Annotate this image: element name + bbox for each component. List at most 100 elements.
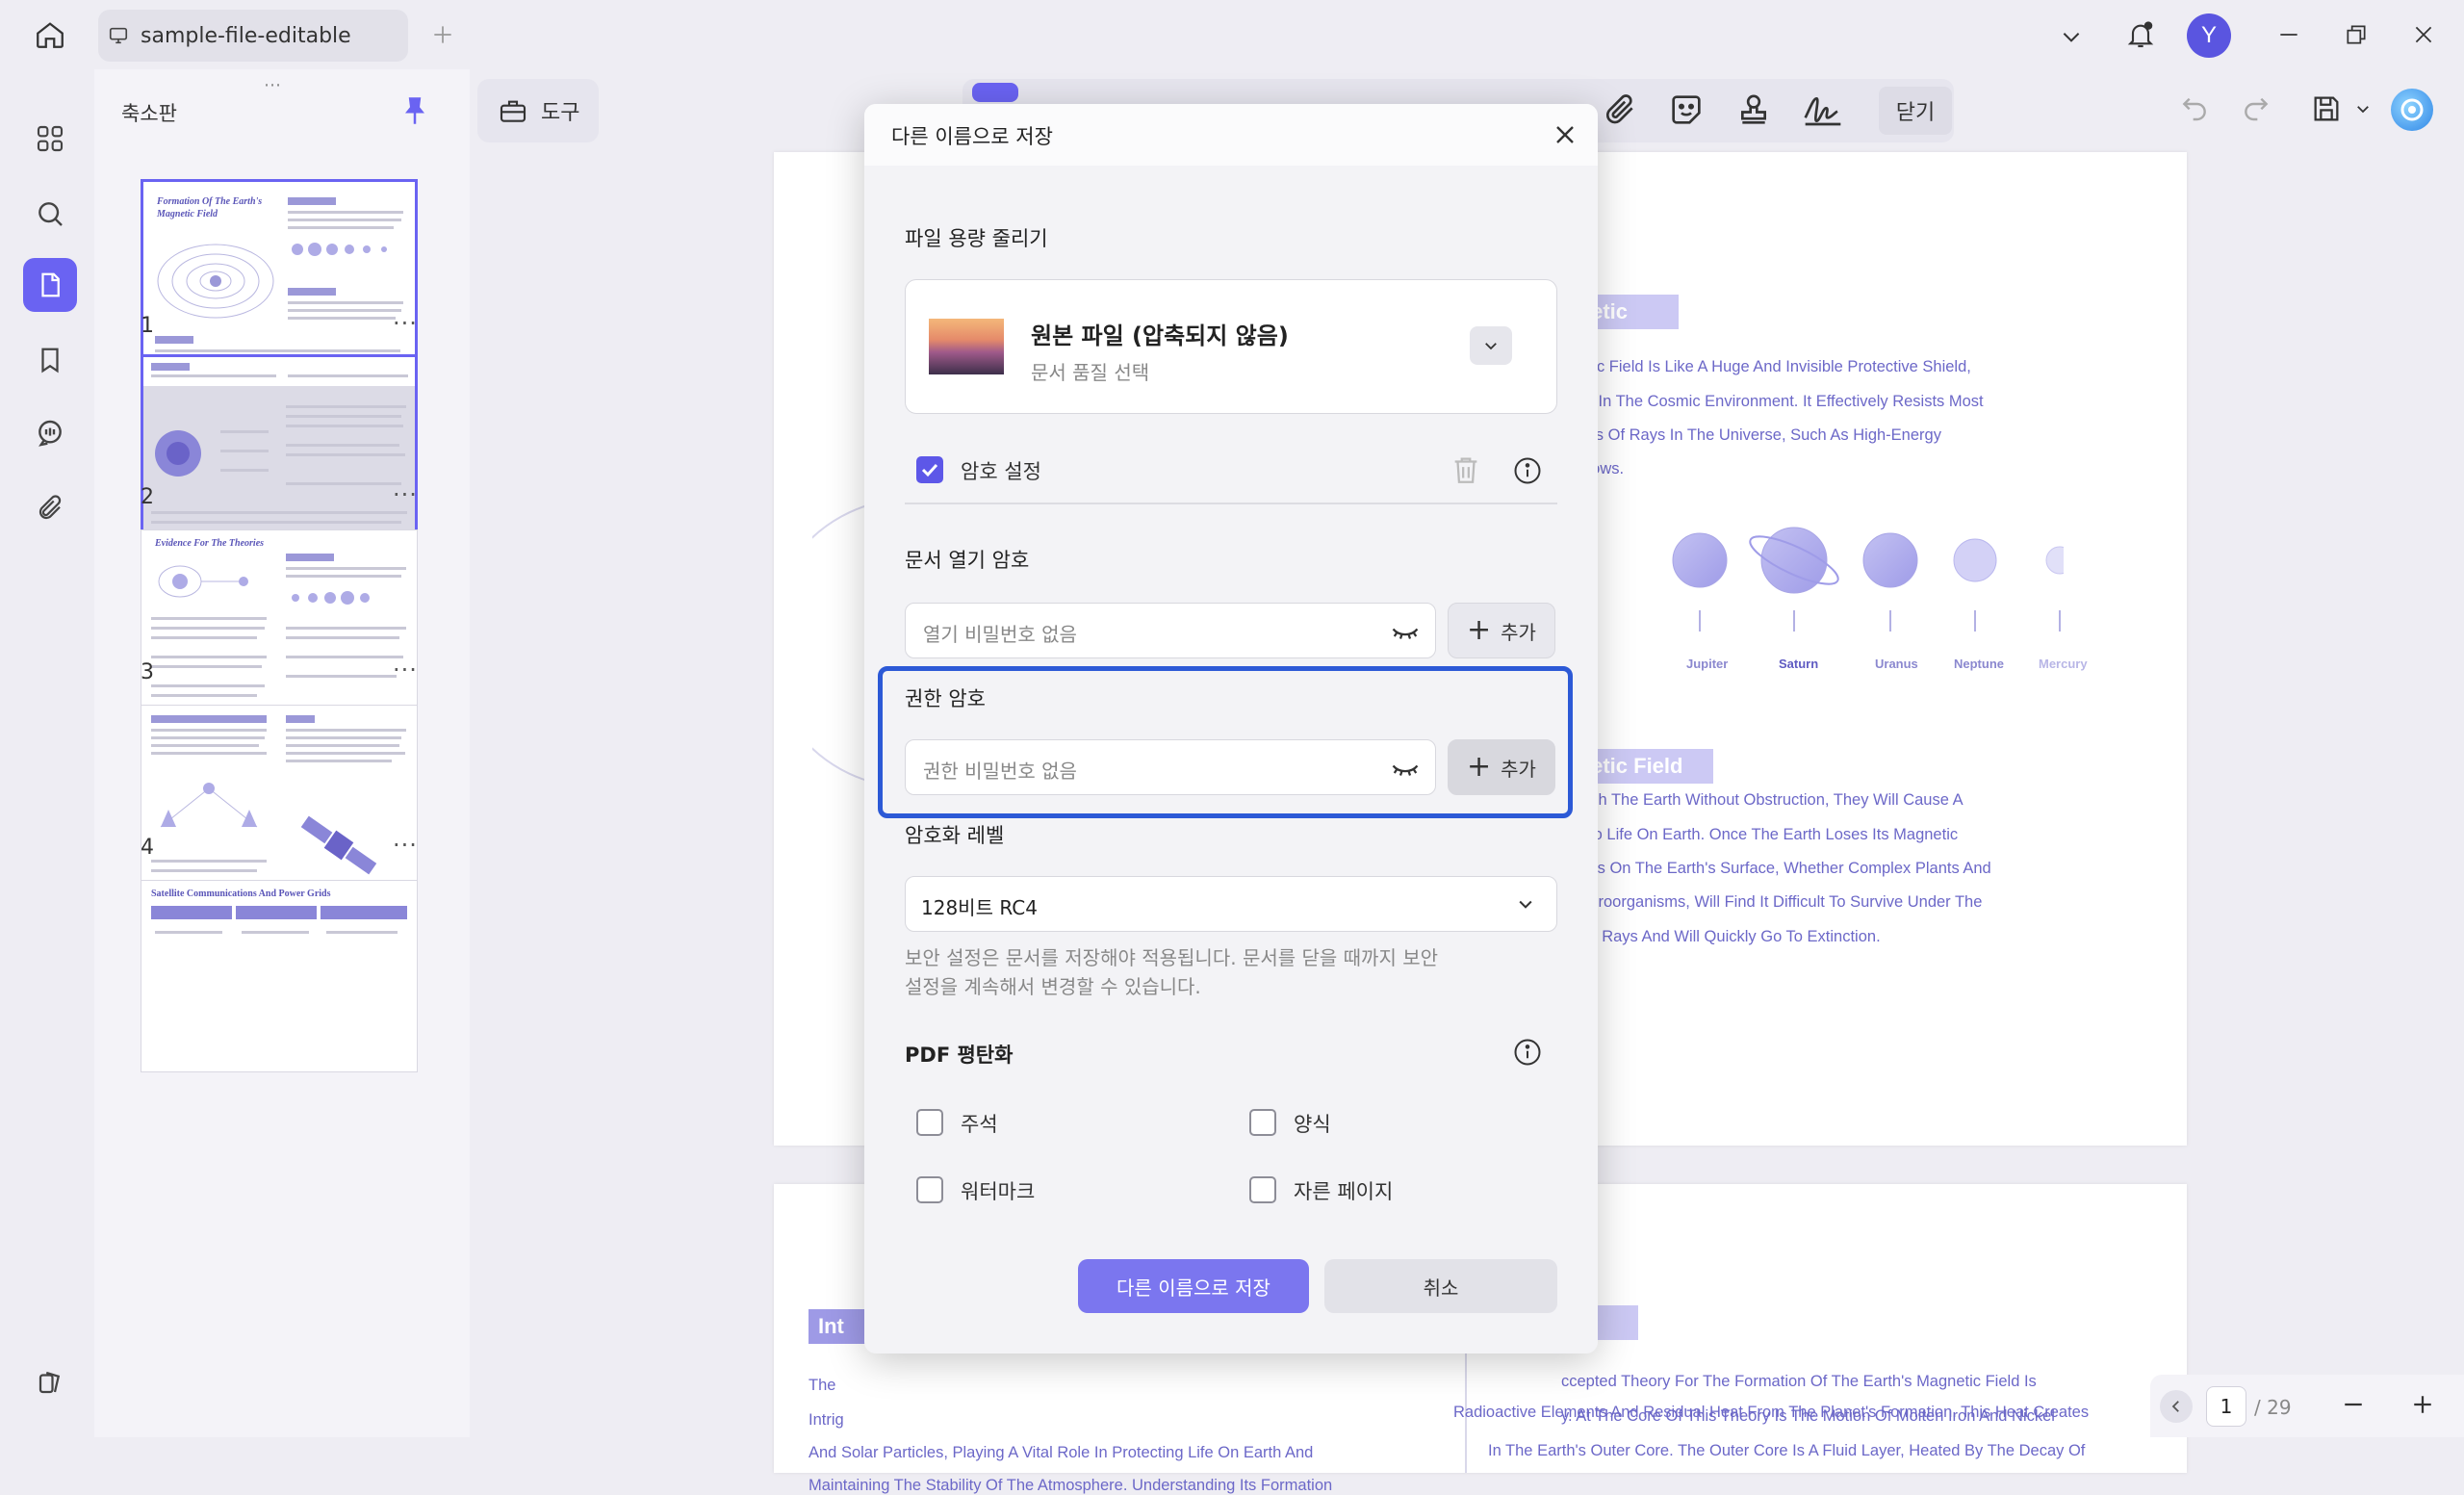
restore-window-icon[interactable] <box>2333 12 2379 58</box>
redo-icon[interactable] <box>2241 92 2272 123</box>
flatten-forms-checkbox[interactable] <box>1249 1109 1276 1136</box>
bookmark-icon[interactable] <box>23 333 77 387</box>
chevron-down-icon[interactable] <box>1516 894 1535 914</box>
flatten-cropped-pages-checkbox[interactable] <box>1249 1176 1276 1203</box>
page-number-input[interactable]: 1 <box>2206 1386 2246 1427</box>
planet-label: Saturn <box>1779 657 1819 671</box>
encryption-level-title: 암호화 레벨 <box>905 824 1005 847</box>
flatten-watermark-checkbox[interactable] <box>916 1176 943 1203</box>
body-text-line: Role In The Cosmic Environment. It Effec… <box>1561 393 1984 410</box>
user-avatar[interactable]: Y <box>2187 13 2231 58</box>
flatten-option-label: 자른 페이지 <box>1294 1180 1394 1203</box>
signature-icon[interactable] <box>1802 90 1844 129</box>
thumbnail-page-5[interactable]: Satellite Communications And Power Grids <box>141 880 418 1072</box>
home-icon[interactable] <box>27 12 73 58</box>
thumbnails-page-icon[interactable] <box>23 258 77 312</box>
zoom-in-icon[interactable] <box>2408 1390 2437 1419</box>
stamp-icon[interactable] <box>1734 90 1773 129</box>
permission-password-input[interactable]: 권한 비밀번호 없음 <box>905 739 1436 795</box>
planet-label: Jupiter <box>1686 657 1729 671</box>
tab-title: sample-file-editable <box>141 23 351 48</box>
close-toolbar-button[interactable]: 닫기 <box>1879 87 1952 135</box>
save-as-button[interactable]: 다른 이름으로 저장 <box>1078 1259 1309 1313</box>
planet-label: Uranus <box>1875 657 1918 671</box>
minimize-icon[interactable] <box>2266 12 2312 58</box>
apps-grid-icon[interactable] <box>23 112 77 166</box>
hide-password-eye-icon[interactable] <box>1391 619 1420 644</box>
page-total: / 29 <box>2254 1396 2292 1419</box>
thumbnail-page-number: 4 <box>141 836 154 860</box>
thumbnail-panel: ⋯ 축소판 Formation Of The Earth's Magnetic … <box>94 69 470 1437</box>
hide-password-eye-icon[interactable] <box>1391 756 1420 781</box>
info-icon[interactable] <box>1513 1038 1542 1067</box>
save-dropdown-chevron-icon[interactable] <box>2354 100 2372 117</box>
encryption-level-select[interactable]: 128비트 RC4 <box>905 876 1557 932</box>
permission-password-title: 권한 암호 <box>905 687 986 710</box>
thumbnail-more-button[interactable]: ··· <box>393 832 418 859</box>
document-tab[interactable]: sample-file-editable <box>98 10 408 62</box>
plus-icon: + <box>1467 613 1492 647</box>
attachment-icon[interactable] <box>23 481 77 535</box>
thumbnail-more-button[interactable]: ··· <box>393 310 418 337</box>
reduce-size-title: 파일 용량 줄리기 <box>905 227 1048 250</box>
thumbnail-page-3[interactable]: Evidence For The Theories <box>141 529 418 726</box>
drag-handle[interactable]: ⋯ <box>264 75 283 95</box>
body-text-line: Maintaining The Stability Of The Atmosph… <box>808 1477 1333 1494</box>
monitor-icon <box>108 25 129 46</box>
layers-icon[interactable] <box>23 1355 77 1409</box>
file-preview-image <box>929 319 1004 374</box>
comment-icon[interactable] <box>23 406 77 460</box>
notification-bell-icon[interactable] <box>2118 12 2164 58</box>
undo-icon[interactable] <box>2179 92 2210 123</box>
flatten-annotations-checkbox[interactable] <box>916 1109 943 1136</box>
password-checkbox[interactable] <box>916 456 943 483</box>
sticker-icon[interactable] <box>1667 90 1706 129</box>
close-window-icon[interactable] <box>2400 12 2447 58</box>
zoom-out-icon[interactable] <box>2339 1390 2368 1419</box>
toolbox-icon <box>497 95 529 126</box>
pdf-flatten-title: PDF 평탄화 <box>905 1044 1014 1067</box>
thumbnail-page-4[interactable] <box>141 705 418 901</box>
ai-assistant-icon[interactable] <box>2391 89 2433 131</box>
flatten-option-label: 주석 <box>961 1113 998 1136</box>
body-text-line: atures On The Earth's Surface, Whether C… <box>1561 860 1991 877</box>
chevron-down-icon[interactable] <box>1470 326 1512 365</box>
new-tab-plus-icon[interactable] <box>420 12 466 58</box>
body-text-line: Radioactive Elements And Residual Heat F… <box>1453 1404 2090 1421</box>
thumbnail-page-2[interactable] <box>141 354 418 551</box>
open-password-placeholder: 열기 비밀번호 없음 <box>923 623 1077 646</box>
quality-option-subtitle: 문서 품질 선택 <box>1031 361 1150 384</box>
dialog-header: 다른 이름으로 저장 <box>864 104 1598 166</box>
encryption-level-value: 128비트 RC4 <box>921 896 1038 919</box>
body-text-line: y Microorganisms, Will Find It Difficult… <box>1561 893 1983 911</box>
page-navigator: 1 / 29 <box>2150 1375 2464 1437</box>
info-icon[interactable] <box>1513 456 1542 485</box>
thumbnail-page-1[interactable]: Formation Of The Earth's Magnetic Field <box>141 179 418 375</box>
save-icon[interactable] <box>2310 92 2343 125</box>
planet-label: Neptune <box>1954 657 2004 671</box>
thumbnail-page-number: 3 <box>141 660 154 684</box>
quality-select[interactable]: 원본 파일 (압축되지 않음) 문서 품질 선택 <box>905 279 1557 414</box>
open-password-input[interactable]: 열기 비밀번호 없음 <box>905 603 1436 658</box>
cancel-button[interactable]: 취소 <box>1324 1259 1557 1313</box>
previous-page-icon[interactable] <box>2160 1390 2193 1423</box>
quality-option-title: 원본 파일 (압축되지 않음) <box>1031 322 1289 349</box>
add-permission-password-button[interactable]: + 추가 <box>1448 739 1555 795</box>
section-heading: Int <box>808 1309 866 1344</box>
paperclip-icon[interactable] <box>1602 90 1640 129</box>
active-tool-indicator[interactable] <box>972 83 1018 102</box>
close-icon[interactable] <box>1550 119 1580 150</box>
pin-icon[interactable] <box>400 94 429 127</box>
body-text-line: Reach The Earth Without Obstruction, The… <box>1561 791 1964 809</box>
search-icon[interactable] <box>23 187 77 241</box>
thumbnail-heading: Satellite Communications And Power Grids <box>151 889 331 899</box>
tools-button[interactable]: 도구 <box>477 79 599 142</box>
thumbnail-more-button[interactable]: ··· <box>393 481 418 508</box>
security-note: 보안 설정은 문서를 저장해야 적용됩니다. 문서를 닫을 때까지 보안 설정을… <box>905 943 1438 1001</box>
add-open-password-button[interactable]: + 추가 <box>1448 603 1555 658</box>
thumbnail-more-button[interactable]: ··· <box>393 657 418 683</box>
flatten-option-label: 양식 <box>1294 1113 1331 1136</box>
chevron-down-icon[interactable] <box>2048 13 2094 60</box>
trash-icon[interactable] <box>1450 452 1482 487</box>
thumbnail-heading: Evidence For The Theories <box>155 538 265 549</box>
